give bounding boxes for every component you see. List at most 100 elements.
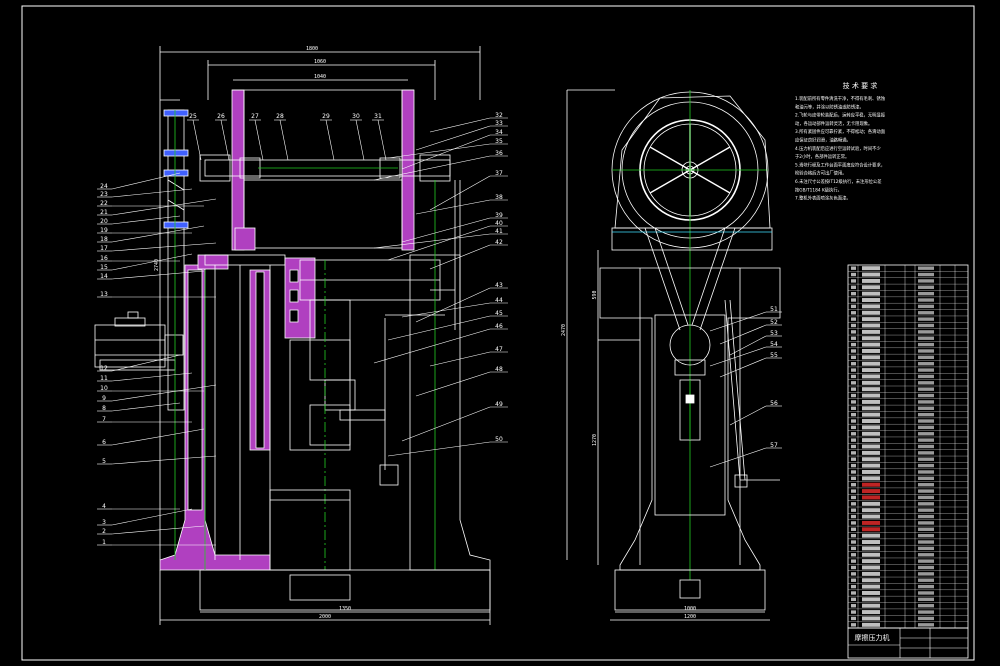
table-cell-index (851, 546, 856, 551)
table-cell-material (918, 279, 934, 283)
table-cell-index (851, 578, 856, 582)
table-cell-material (918, 572, 934, 576)
table-cell-name (862, 469, 880, 474)
leader-line (429, 117, 491, 133)
table-cell-material (918, 623, 934, 627)
table-cell-index (851, 476, 856, 481)
leader-line (415, 125, 491, 151)
table-cell-index (851, 508, 856, 512)
table-cell-index (851, 400, 856, 404)
table-cell-index (851, 387, 856, 391)
table-cell-material (918, 444, 934, 449)
table-cell-material (918, 495, 934, 500)
tech-requirement-line: 按GB/T1184 K级执行。 (795, 186, 842, 193)
table-cell-index (851, 419, 856, 423)
leader-line (355, 119, 365, 161)
table-cell-index (851, 432, 856, 436)
table-cell-index (851, 489, 856, 493)
table-cell-index (851, 291, 856, 296)
leader-line (111, 242, 217, 252)
table-cell-material (918, 565, 934, 570)
tech-requirement-line: 3.所有紧固件应可靠拧紧，不得松动；各滑动面 (795, 128, 886, 135)
table-cell-name (862, 419, 880, 424)
table-cell-name (862, 342, 880, 347)
table-cell-name (862, 533, 880, 538)
callout-label: 25 (189, 113, 197, 120)
table-cell-index (851, 279, 856, 283)
table-cell-name (862, 546, 880, 551)
side-view (566, 89, 781, 621)
table-cell-name (862, 597, 880, 602)
table-cell-material (918, 298, 934, 302)
table-cell-index (851, 266, 856, 270)
table-cell-material (918, 483, 934, 487)
table-cell-name (862, 520, 880, 525)
table-cell-material (918, 355, 934, 360)
table-cell-name (862, 540, 880, 545)
leader-line (111, 198, 217, 216)
dim-base-inner: 1350 (339, 606, 351, 612)
tech-requirement-line: 2.飞轮与皮带轮装配后，运转应平稳，无明显振 (795, 112, 886, 119)
table-cell-name (862, 272, 880, 277)
table-cell-material (918, 393, 934, 398)
table-cell-name (862, 298, 880, 303)
leader-line (415, 199, 491, 215)
table-cell-name (862, 374, 880, 379)
table-cell-index (851, 425, 856, 430)
leader-line (111, 188, 193, 198)
table-cell-index (851, 565, 856, 570)
leader-line (401, 302, 491, 318)
table-cell-name (862, 489, 880, 494)
table-cell-material (918, 559, 934, 563)
table-cell-name (862, 278, 880, 283)
table-cell-name (862, 450, 880, 455)
table-cell-index (851, 514, 856, 519)
tech-requirement-line: 检验合格后方可出厂使用。 (795, 170, 847, 177)
table-cell-index (851, 317, 856, 321)
table-cell-name (862, 317, 880, 322)
table-cell-index (851, 483, 856, 487)
table-cell-index (851, 349, 856, 353)
table-cell-material (918, 311, 934, 315)
table-cell-name (862, 463, 880, 468)
leader-line (719, 324, 767, 345)
table-cell-material (918, 597, 934, 602)
table-cell-name (862, 266, 880, 271)
table-cell-material (918, 527, 934, 531)
table-cell-index (851, 304, 856, 309)
table-cell-index (851, 451, 856, 455)
tech-requirement-line: 于2小时，各部件运转正常。 (795, 153, 849, 160)
table-cell-index (851, 572, 856, 576)
table-cell-material (918, 374, 934, 379)
table-cell-name (862, 610, 880, 615)
table-cell-name (862, 304, 880, 309)
table-cell-material (918, 381, 934, 385)
leader-line (709, 346, 767, 367)
table-cell-name (862, 457, 880, 462)
table-cell-name (862, 310, 880, 315)
table-cell-material (918, 387, 934, 391)
table-cell-material (918, 584, 934, 589)
table-cell-index (851, 591, 856, 595)
tech-requirement-line: 和油污等，并涂以防锈油或防锈漆。 (795, 103, 864, 110)
table-cell-material (918, 591, 934, 595)
table-cell-index (851, 533, 856, 538)
table-cell-material (918, 489, 934, 493)
table-cell-material (918, 578, 934, 582)
leader-line (401, 406, 491, 442)
table-cell-name (862, 571, 880, 576)
table-cell-material (918, 432, 934, 436)
leader-line (220, 119, 230, 161)
table-cell-name (862, 393, 880, 398)
table-cell-material (918, 368, 934, 372)
table-cell-material (918, 362, 934, 366)
callout-label: 30 (352, 113, 360, 120)
table-cell-material (918, 470, 934, 474)
table-cell-index (851, 362, 856, 366)
leader-line (415, 371, 491, 397)
table-cell-index (851, 406, 856, 410)
table-cell-index (851, 412, 856, 417)
leader-line (387, 315, 491, 341)
leader-line (373, 328, 491, 364)
leader-line (111, 354, 181, 372)
